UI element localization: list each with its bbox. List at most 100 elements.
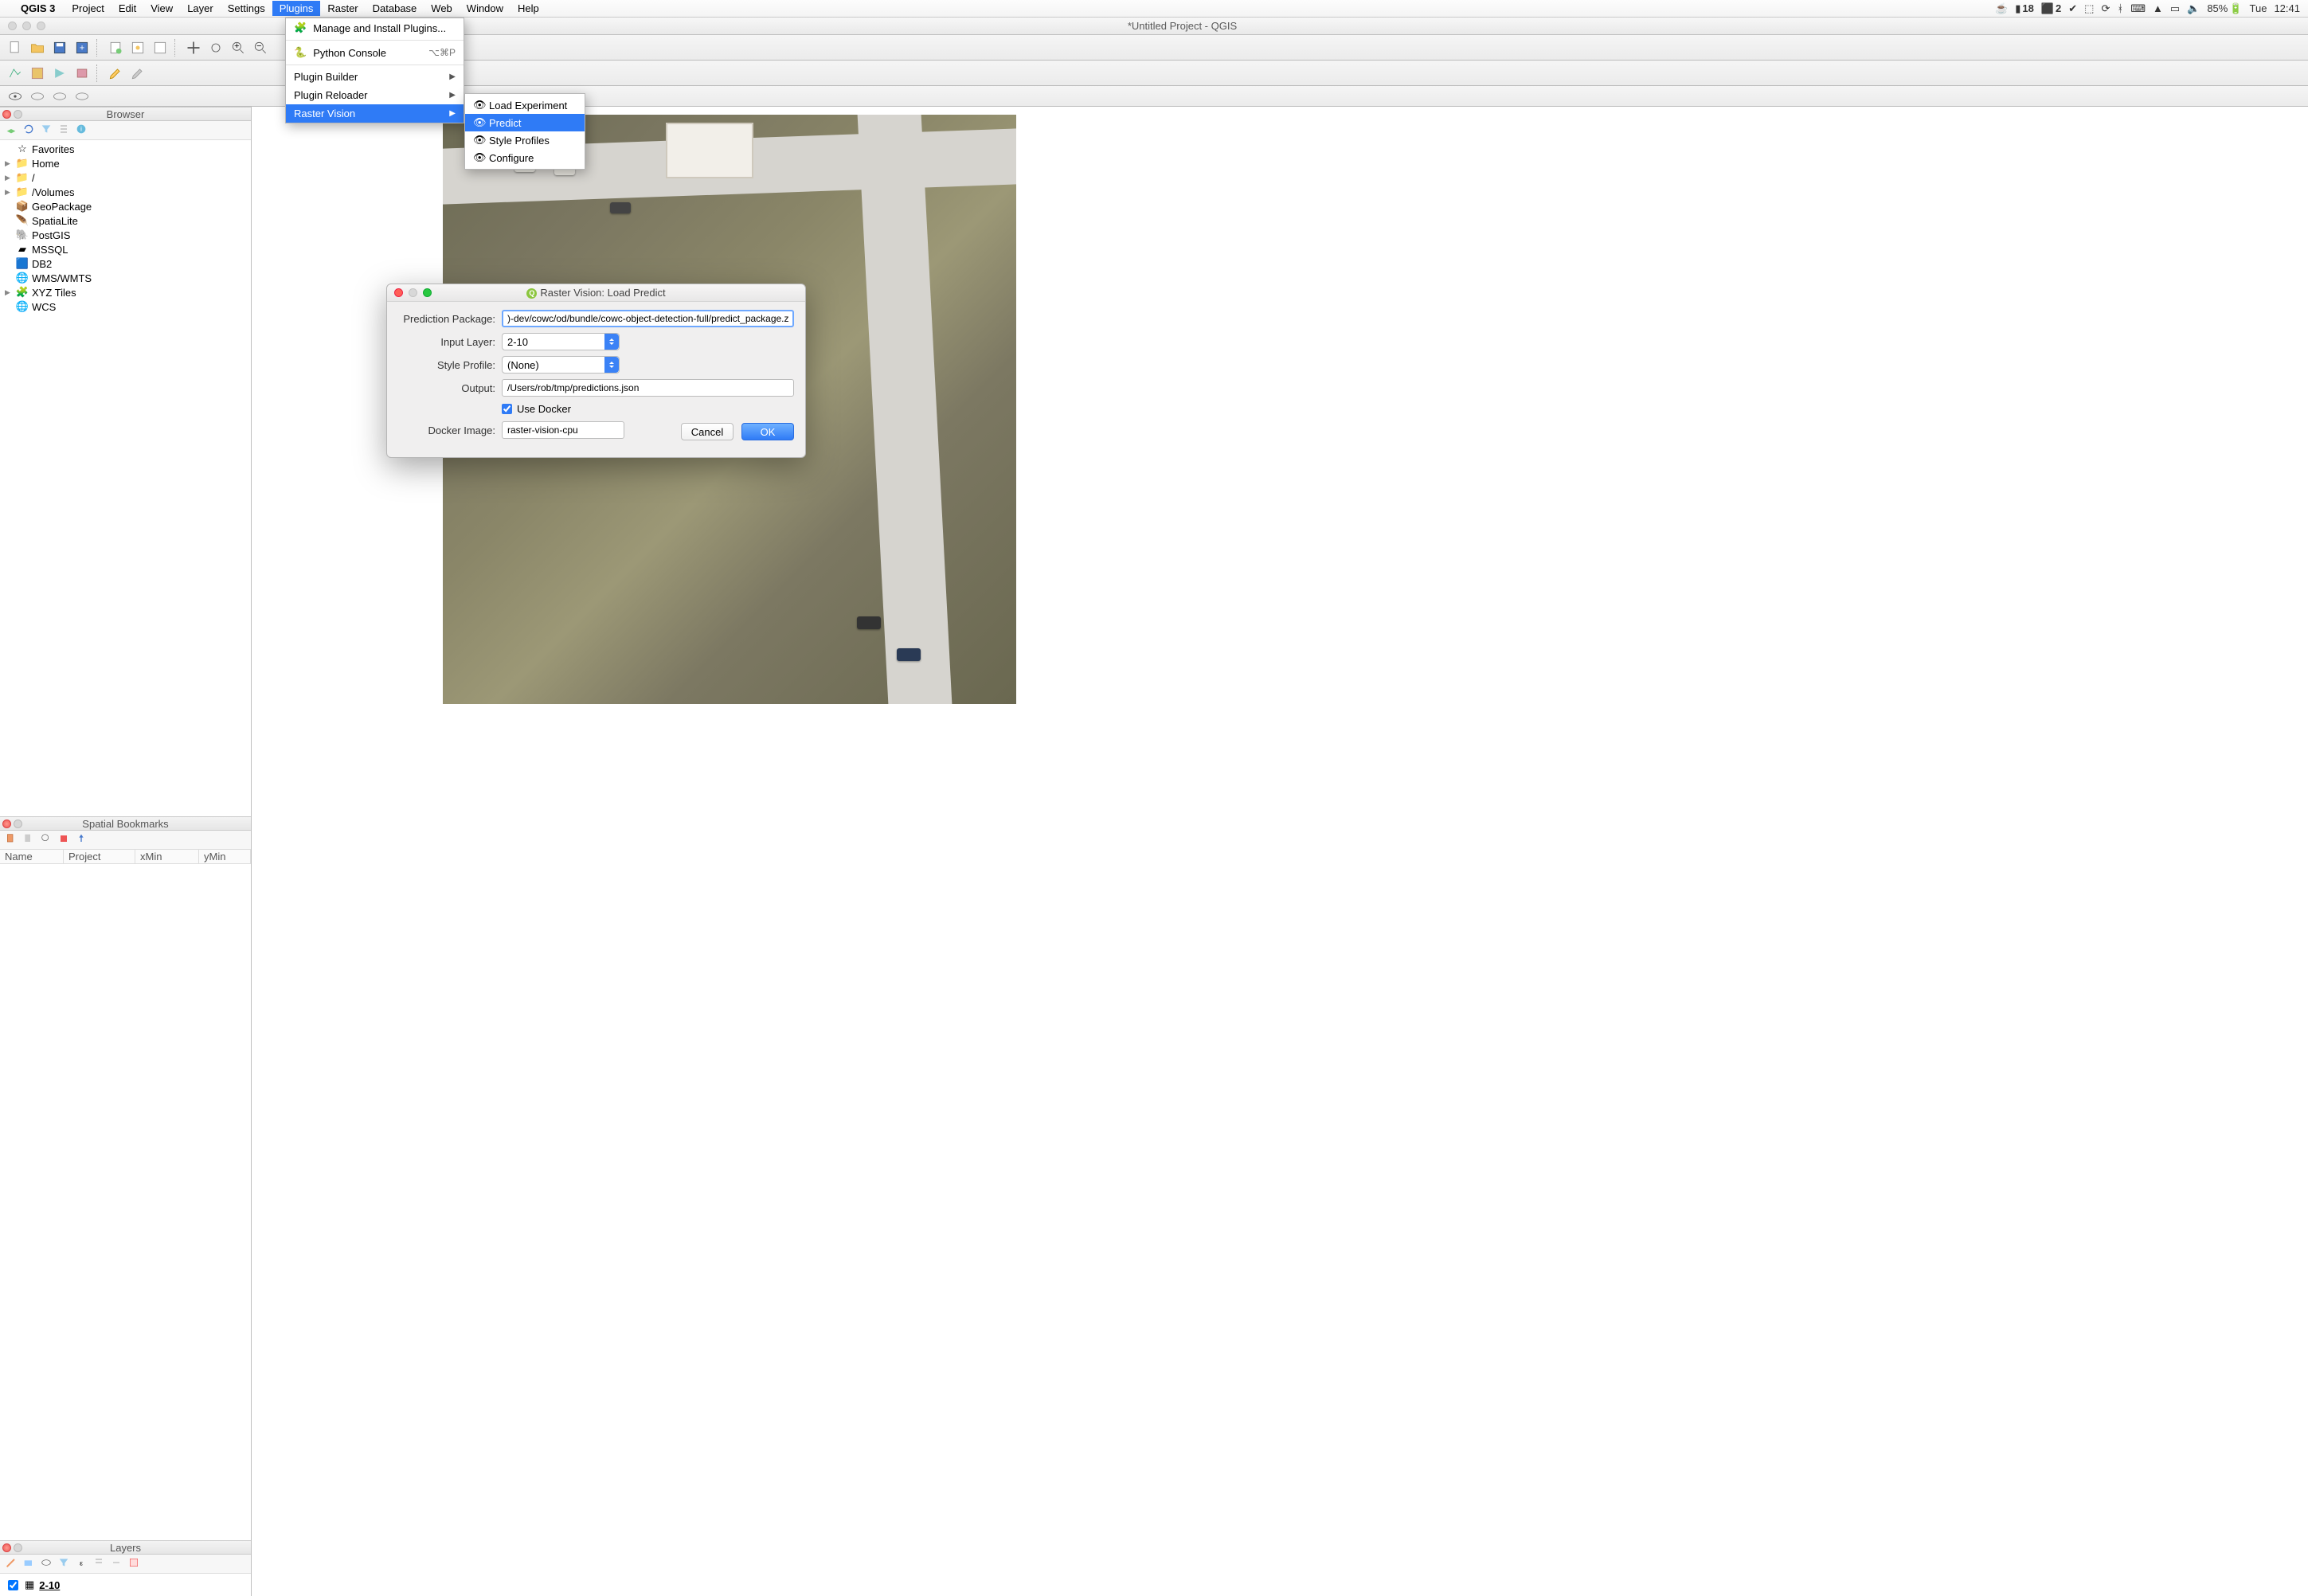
browser-item[interactable]: 🪶SpatiaLite [0, 213, 251, 228]
badge-2[interactable]: ⬛ 2 [2041, 2, 2061, 15]
status-check-icon[interactable]: ✔ [2068, 2, 2077, 15]
layer-expand-icon[interactable] [92, 1556, 105, 1571]
add-layer-icon[interactable] [5, 123, 18, 138]
status-clock-icon[interactable]: ⟳ [2101, 2, 2110, 15]
browser-item[interactable]: ▶🧩XYZ Tiles [0, 285, 251, 299]
dialog-titlebar[interactable]: QRaster Vision: Load Predict [387, 284, 805, 302]
preview-icon-3[interactable] [49, 86, 70, 107]
status-dropbox-icon[interactable]: ⬚ [2084, 2, 2094, 15]
status-battery[interactable]: 85% 🔋 [2207, 2, 2242, 15]
rv-style-profiles[interactable]: 👁 Style Profiles [465, 131, 585, 149]
new-shapefile-icon[interactable] [49, 63, 70, 84]
filter-icon[interactable] [40, 123, 53, 138]
window-close-icon[interactable] [8, 22, 17, 30]
layer-style-icon[interactable] [5, 1556, 18, 1571]
layer-collapse-icon[interactable] [110, 1556, 123, 1571]
preview-icon[interactable] [5, 86, 25, 107]
badge-1[interactable]: ▮ 18 [2015, 2, 2034, 15]
menu-database[interactable]: Database [366, 1, 424, 16]
col-name[interactable]: Name [0, 849, 64, 864]
menu-web[interactable]: Web [424, 1, 460, 16]
menu-edit[interactable]: Edit [111, 1, 143, 16]
browser-item[interactable]: 📦GeoPackage [0, 199, 251, 213]
java-icon[interactable]: ☕ [1995, 2, 2008, 15]
preview-icon-2[interactable] [27, 86, 48, 107]
layer-filter-icon[interactable] [57, 1556, 70, 1571]
browser-item[interactable]: ▶📁/ [0, 170, 251, 185]
output-input[interactable] [502, 379, 794, 397]
prediction-package-input[interactable] [502, 310, 794, 327]
browser-item[interactable]: ☆Favorites [0, 142, 251, 156]
save-project-icon[interactable] [49, 37, 70, 58]
pan-icon[interactable] [183, 37, 204, 58]
properties-icon[interactable]: i [75, 123, 88, 138]
submenu-plugin-reloader[interactable]: Plugin Reloader ▶ [286, 86, 464, 104]
toggle-editing-icon[interactable] [105, 63, 126, 84]
app-name[interactable]: QGIS 3 [14, 1, 61, 16]
menu-help[interactable]: Help [510, 1, 546, 16]
refresh-icon[interactable] [22, 123, 35, 138]
input-layer-select[interactable]: 2-10 [502, 333, 620, 350]
browser-item[interactable]: 🌐WMS/WMTS [0, 271, 251, 285]
new-geopackage-icon[interactable] [72, 63, 92, 84]
zoom-out-icon[interactable]: − [250, 37, 271, 58]
add-vector-icon[interactable] [5, 63, 25, 84]
menu-settings[interactable]: Settings [221, 1, 272, 16]
window-minimize-icon[interactable] [22, 22, 31, 30]
browser-item[interactable]: 🟦DB2 [0, 256, 251, 271]
layer-visibility-checkbox[interactable] [8, 1580, 18, 1590]
zoom-in-icon[interactable]: + [228, 37, 248, 58]
delete-bookmark-icon[interactable] [22, 832, 35, 847]
add-bookmark-icon[interactable] [5, 832, 18, 847]
status-volume-icon[interactable]: 🔈 [2187, 2, 2200, 15]
layer-item[interactable]: ▦ 2-10 [3, 1577, 248, 1593]
zoom-bookmark-icon[interactable] [40, 832, 53, 847]
submenu-raster-vision[interactable]: Raster Vision ▶ [286, 104, 464, 123]
submenu-plugin-builder[interactable]: Plugin Builder ▶ [286, 68, 464, 86]
menu-manage-plugins[interactable]: 🧩 Manage and Install Plugins... [286, 18, 464, 37]
layer-expression-icon[interactable]: ε [75, 1556, 88, 1571]
style-profile-select[interactable]: (None) [502, 356, 620, 374]
status-wifi-icon[interactable]: ▲ [2153, 2, 2163, 14]
rv-load-experiment[interactable]: 👁 Load Experiment [465, 96, 585, 114]
status-keyboard-icon[interactable]: ⌨ [2130, 2, 2146, 15]
new-project-icon[interactable] [5, 37, 25, 58]
open-project-icon[interactable] [27, 37, 48, 58]
rv-configure[interactable]: 👁 Configure [465, 149, 585, 166]
menu-layer[interactable]: Layer [180, 1, 221, 16]
pan-to-selection-icon[interactable] [205, 37, 226, 58]
rv-predict[interactable]: 👁 Predict [465, 114, 585, 131]
menu-raster[interactable]: Raster [320, 1, 365, 16]
docker-image-input[interactable] [502, 421, 624, 439]
browser-item[interactable]: ▶📁/Volumes [0, 185, 251, 199]
layout-manager-icon[interactable] [127, 37, 148, 58]
import-bookmark-icon[interactable] [57, 832, 70, 847]
cancel-button[interactable]: Cancel [681, 423, 733, 440]
browser-item[interactable]: 🐘PostGIS [0, 228, 251, 242]
save-edits-icon[interactable] [127, 63, 148, 84]
col-ymin[interactable]: yMin [199, 849, 251, 864]
collapse-icon[interactable] [57, 123, 70, 138]
browser-item[interactable]: ▰MSSQL [0, 242, 251, 256]
menu-view[interactable]: View [143, 1, 180, 16]
ok-button[interactable]: OK [741, 423, 794, 440]
preview-icon-4[interactable] [72, 86, 92, 107]
browser-tree[interactable]: ☆Favorites▶📁Home▶📁/▶📁/Volumes📦GeoPackage… [0, 140, 251, 816]
menu-python-console[interactable]: 🐍 Python Console ⌥⌘P [286, 43, 464, 62]
col-project[interactable]: Project [64, 849, 135, 864]
status-time[interactable]: 12:41 [2274, 2, 2300, 14]
browser-item[interactable]: ▶📁Home [0, 156, 251, 170]
menu-plugins[interactable]: Plugins [272, 1, 321, 16]
use-docker-checkbox[interactable] [502, 404, 512, 414]
status-bluetooth-icon[interactable]: ᚼ [2117, 2, 2123, 14]
window-zoom-icon[interactable] [37, 22, 45, 30]
save-as-icon[interactable]: + [72, 37, 92, 58]
status-display-icon[interactable]: ▭ [2170, 2, 2180, 15]
layer-add-group-icon[interactable] [22, 1556, 35, 1571]
new-layout-icon[interactable] [105, 37, 126, 58]
add-raster-icon[interactable] [27, 63, 48, 84]
menu-window[interactable]: Window [460, 1, 510, 16]
col-xmin[interactable]: xMin [135, 849, 199, 864]
browser-item[interactable]: 🌐WCS [0, 299, 251, 314]
layer-visibility-icon[interactable] [40, 1556, 53, 1571]
